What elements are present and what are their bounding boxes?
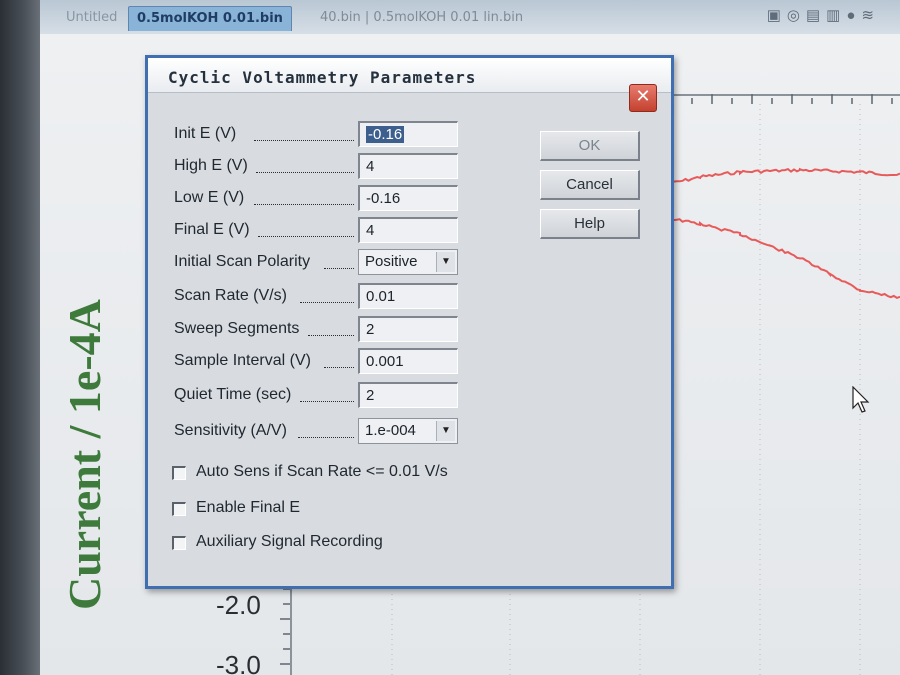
cv-trace-forward [667,167,900,185]
param-label: Sweep Segments [174,320,300,337]
checkbox-box[interactable] [172,502,186,516]
x-axis-ticks [671,94,893,104]
param-label: Scan Rate (V/s) [174,287,287,304]
param-label: Quiet Time (sec) [174,386,292,403]
param-label: Initial Scan Polarity [174,253,311,270]
toolbar-icon[interactable]: ▥ [826,7,846,24]
checkbox-label: Auto Sens if Scan Rate <= 0.01 V/s [196,463,448,480]
leader-dots [308,335,354,336]
y-tick-label: -3.0 [216,650,261,675]
toolbar-icon[interactable]: ● [846,7,861,24]
mouse-cursor-icon [852,386,870,413]
scan-rate-input[interactable]: 0.01 [358,283,458,309]
param-row-sample-interval: Sample Interval (V) 0.001 [174,348,464,376]
leader-dots [258,236,354,237]
param-row-low-e: Low E (V) -0.16 [174,185,464,213]
leader-dots [254,204,354,205]
close-button[interactable]: ✕ [629,84,657,112]
sensitivity-value: 1.e-004 [365,422,416,439]
leader-dots [300,401,354,402]
param-row-quiet-time: Quiet Time (sec) 2 [174,382,464,410]
cv-parameters-dialog: Cyclic Voltammetry Parameters ✕ Init E (… [145,55,674,589]
tab-other-files[interactable]: 40.bin | 0.5molKOH 0.01 lin.bin [312,6,531,30]
param-row-sensitivity: Sensitivity (A/V) 1.e-004 ▼ [174,418,464,446]
leader-dots [324,268,354,269]
document-tab-bar: Untitled 0.5molKOH 0.01.bin 40.bin | 0.5… [40,0,900,35]
toolbar-icon[interactable]: ▤ [806,7,826,24]
auto-sens-checkbox[interactable]: Auto Sens if Scan Rate <= 0.01 V/s [172,462,502,486]
param-row-scan-polarity: Initial Scan Polarity Positive ▼ [174,249,464,277]
leader-dots [324,367,354,368]
toolbar-icon[interactable]: ▣ [767,7,787,24]
auxiliary-signal-checkbox[interactable]: Auxiliary Signal Recording [172,532,502,556]
final-e-input[interactable]: 4 [358,217,458,243]
checkbox-label: Auxiliary Signal Recording [196,533,383,550]
param-row-scan-rate: Scan Rate (V/s) 0.01 [174,283,464,311]
quiet-time-input[interactable]: 2 [358,382,458,408]
checkbox-label: Enable Final E [196,499,301,516]
toolbar-icons[interactable]: ▣◎▤▥●≋ [767,6,880,28]
param-row-final-e: Final E (V) 4 [174,217,464,245]
y-axis-title: Current / 1e-4A [59,299,110,610]
leader-dots [254,140,354,141]
enable-final-e-checkbox[interactable]: Enable Final E [172,498,502,522]
param-label: Sensitivity (A/V) [174,422,287,439]
param-row-sweep-segments: Sweep Segments 2 [174,316,464,344]
param-label: Final E (V) [174,221,250,238]
ok-button[interactable]: OK [540,131,640,161]
leader-dots [256,172,354,173]
close-icon: ✕ [635,86,651,107]
checkbox-box[interactable] [172,466,186,480]
chevron-down-icon[interactable]: ▼ [436,252,455,272]
leader-dots [298,437,354,438]
param-label: Init E (V) [174,125,237,142]
leader-dots [300,302,354,303]
sensitivity-select[interactable]: 1.e-004 ▼ [358,418,458,444]
cv-trace-reverse [667,217,900,300]
high-e-input[interactable]: 4 [358,153,458,179]
dialog-title: Cyclic Voltammetry Parameters [168,68,477,87]
checkbox-box[interactable] [172,536,186,550]
init-e-input[interactable]: -0.16 [358,121,458,147]
help-button[interactable]: Help [540,209,640,239]
scan-polarity-value: Positive [365,253,418,270]
sample-interval-input[interactable]: 0.001 [358,348,458,374]
cancel-button[interactable]: Cancel [540,170,640,200]
tab-untitled[interactable]: Untitled [58,6,125,30]
init-e-value: -0.16 [366,126,405,143]
tab-active-file[interactable]: 0.5molKOH 0.01.bin [128,6,292,31]
y-axis-ticks [280,588,290,665]
monitor-bezel [0,0,40,675]
y-tick-label: -2.0 [216,590,261,620]
chevron-down-icon[interactable]: ▼ [436,421,455,441]
toolbar-icon[interactable]: ≋ [861,7,880,24]
param-label: Low E (V) [174,189,245,206]
sweep-segments-input[interactable]: 2 [358,316,458,342]
low-e-input[interactable]: -0.16 [358,185,458,211]
scan-polarity-select[interactable]: Positive ▼ [358,249,458,275]
param-row-high-e: High E (V) 4 [174,153,464,181]
param-row-init-e: Init E (V) -0.16 [174,121,464,149]
param-label: Sample Interval (V) [174,352,311,369]
dialog-title-bar[interactable]: Cyclic Voltammetry Parameters [148,58,671,93]
param-label: High E (V) [174,157,248,174]
toolbar-icon[interactable]: ◎ [787,7,806,24]
